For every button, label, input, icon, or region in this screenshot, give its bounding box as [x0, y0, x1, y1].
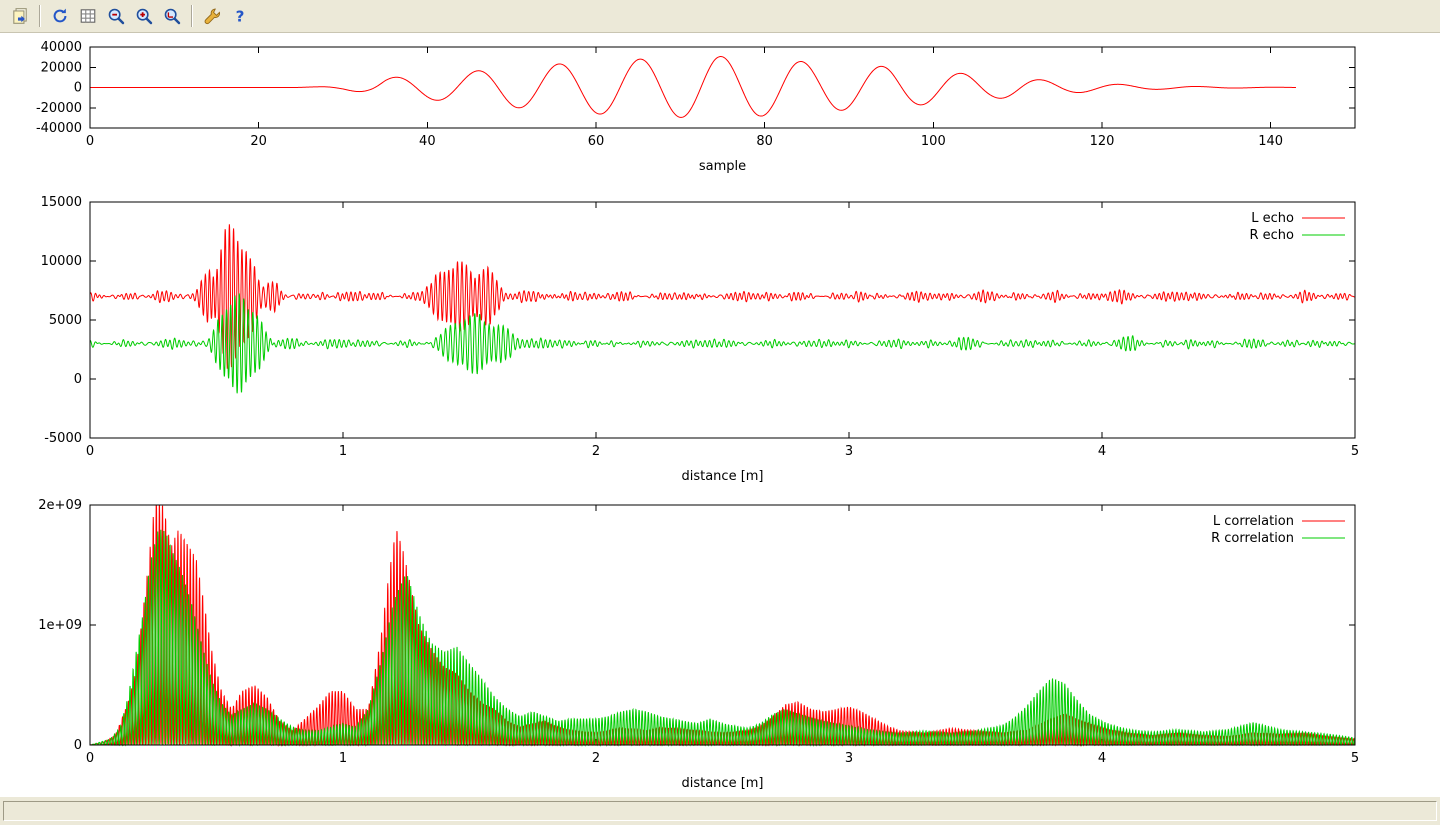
y-tick-label: -20000: [36, 101, 82, 116]
svg-text:?: ?: [236, 8, 245, 25]
x-tick-label: 60: [588, 134, 605, 149]
x-tick-label: 1: [339, 751, 347, 766]
y-tick-label: 40000: [41, 40, 82, 55]
copy-button[interactable]: [7, 3, 33, 29]
x-tick-label: 1: [339, 444, 347, 459]
l-correlation-path: [90, 505, 1355, 745]
plot-canvas: 020406080100120140-40000-200000200004000…: [0, 34, 1440, 797]
zoom-next-button[interactable]: [131, 3, 157, 29]
legend-label: L echo: [1251, 211, 1294, 226]
y-tick-label: -40000: [36, 121, 82, 136]
x-tick-label: 3: [845, 444, 853, 459]
x-tick-label: 20: [250, 134, 267, 149]
toolbar-separator: [39, 5, 41, 27]
chart-3-plot-area[interactable]: [90, 505, 1355, 745]
legend-label: L correlation: [1213, 514, 1294, 529]
replot-button[interactable]: [47, 3, 73, 29]
status-text: [3, 801, 1437, 821]
x-tick-label: 0: [86, 444, 94, 459]
x-tick-label: 100: [921, 134, 946, 149]
y-tick-label: 10000: [41, 254, 82, 269]
x-axis-label: distance [m]: [681, 776, 763, 791]
autoscale-icon: [163, 7, 181, 25]
y-tick-label: 0: [74, 81, 82, 96]
x-tick-label: 2: [592, 444, 600, 459]
x-axis-label: sample: [699, 159, 746, 174]
chart-3: 0 1 2 3 4 5 0 1e+09 2e+09 distance [m] L correlati…: [38, 498, 1359, 791]
zoom-previous-button[interactable]: [103, 3, 129, 29]
status-bar: [0, 797, 1440, 825]
y-tick-label: 20000: [41, 60, 82, 75]
chart-2: 0 1 2 3 4 5 -5000 0 5000 10000 15000 distance [m] L …: [41, 195, 1360, 484]
legend-label: R echo: [1249, 228, 1294, 243]
x-tick-label: 80: [756, 134, 773, 149]
grid-button[interactable]: [75, 3, 101, 29]
x-tick-label: 3: [845, 751, 853, 766]
x-tick-label: 2: [592, 751, 600, 766]
help-button[interactable]: ?: [227, 3, 253, 29]
legend-label: R correlation: [1211, 531, 1294, 546]
l-echo-path: [90, 224, 1355, 368]
x-tick-label: 0: [86, 134, 94, 149]
chart-2-plot-area[interactable]: [90, 202, 1355, 438]
replot-icon: [51, 7, 69, 25]
y-tick-label: 1e+09: [38, 618, 82, 633]
x-tick-label: 4: [1098, 444, 1106, 459]
x-tick-label: 5: [1351, 444, 1359, 459]
x-tick-label: 120: [1090, 134, 1115, 149]
y-tick-label: 0: [74, 372, 82, 387]
zoom-previous-icon: [107, 7, 125, 25]
r-echo-path: [90, 293, 1355, 393]
toolbar: ?: [0, 0, 1440, 33]
config-icon: [203, 7, 221, 25]
y-tick-label: 5000: [49, 313, 82, 328]
series-path: [90, 57, 1296, 118]
x-tick-label: 4: [1098, 751, 1106, 766]
r-correlation-path: [90, 530, 1355, 745]
y-tick-label: -5000: [44, 431, 82, 446]
x-tick-label: 5: [1351, 751, 1359, 766]
chart-1: 0 20 40 60 80 100 120 140 -40000 -20000 0 20000 4000…: [36, 40, 1355, 174]
y-tick-label: 15000: [41, 195, 82, 210]
x-tick-label: 40: [419, 134, 436, 149]
y-tick-label: 0: [74, 738, 82, 753]
copy-icon: [11, 7, 29, 25]
y-tick-label: 2e+09: [38, 498, 82, 513]
config-button[interactable]: [199, 3, 225, 29]
grid-icon: [79, 7, 97, 25]
x-tick-label: 0: [86, 751, 94, 766]
autoscale-button[interactable]: [159, 3, 185, 29]
x-tick-label: 140: [1258, 134, 1283, 149]
toolbar-separator: [191, 5, 193, 27]
x-axis-label: distance [m]: [681, 469, 763, 484]
help-icon: ?: [231, 7, 249, 25]
charts-svg: 020406080100120140-40000-200000200004000…: [0, 34, 1440, 797]
zoom-next-icon: [135, 7, 153, 25]
